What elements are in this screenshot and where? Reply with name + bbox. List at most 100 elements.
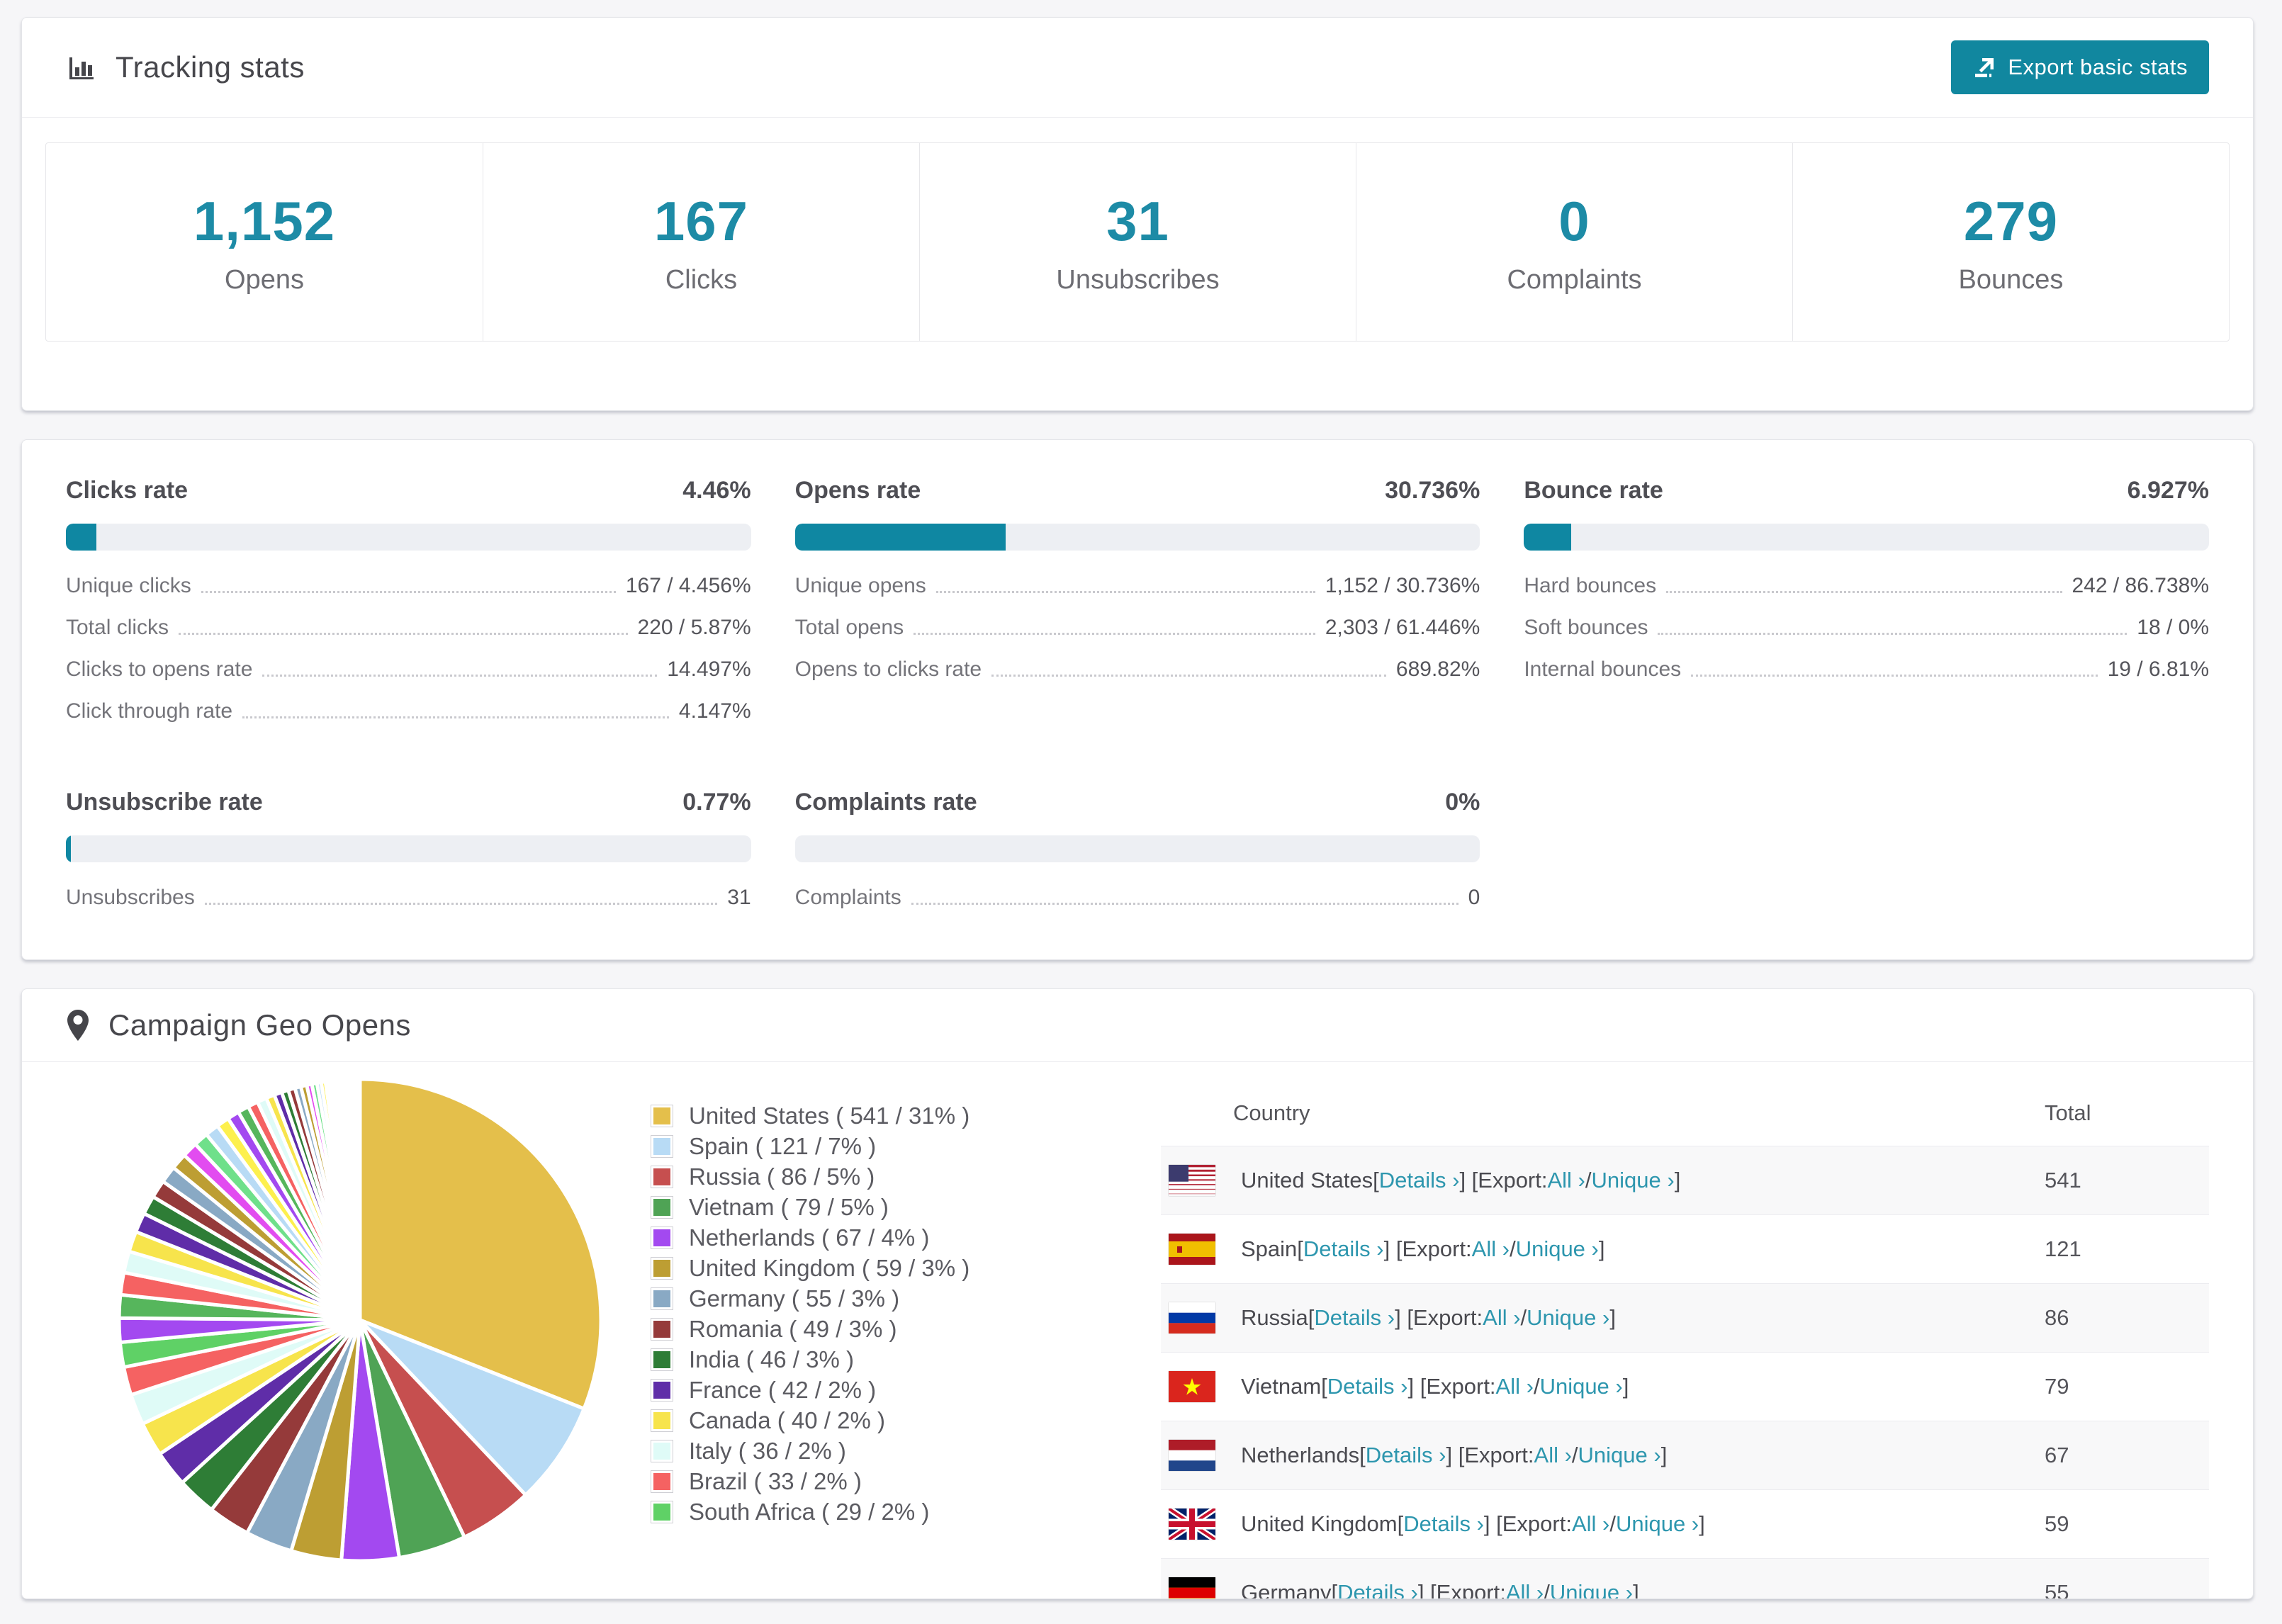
export-unique-link[interactable]: Unique › — [1540, 1374, 1623, 1399]
export-all-link[interactable]: All › — [1472, 1236, 1510, 1262]
bracket: ] — [1660, 1443, 1668, 1467]
export-all-link[interactable]: All › — [1483, 1305, 1520, 1331]
details-link[interactable]: Details › — [1303, 1236, 1384, 1262]
dotted-leader — [262, 675, 658, 677]
legend-item-romania[interactable]: Romania ( 49 / 3% ) — [651, 1314, 1111, 1344]
legend-swatch — [651, 1226, 673, 1249]
legend-label: Spain ( 121 / 7% ) — [689, 1132, 877, 1159]
legend-item-spain[interactable]: Spain ( 121 / 7% ) — [651, 1131, 1111, 1161]
details-link[interactable]: Details › — [1403, 1511, 1484, 1537]
rate-panel-title: Clicks rate — [66, 477, 188, 504]
geo-opens-pie-chart[interactable] — [112, 1072, 608, 1568]
country-total: 55 — [2045, 1580, 2069, 1599]
export-basic-stats-button[interactable]: Export basic stats — [1951, 40, 2209, 94]
legend-item-netherlands[interactable]: Netherlands ( 67 / 4% ) — [651, 1222, 1111, 1253]
legend-item-south-africa[interactable]: South Africa ( 29 / 2% ) — [651, 1496, 1111, 1527]
export-unique-link[interactable]: Unique › — [1578, 1443, 1661, 1468]
geo-table-row-es: Spain [Details ›] [Export: All › / Uniqu… — [1161, 1214, 2209, 1283]
rate-row-value: 31 — [727, 886, 751, 909]
dotted-leader — [914, 633, 1315, 635]
export-all-link[interactable]: All › — [1572, 1511, 1609, 1537]
geo-table-row-nl: Netherlands [Details ›] [Export: All › /… — [1161, 1421, 2209, 1489]
rate-panel-complaints-rate: Complaints rate 0% Complaints 0 — [794, 789, 1480, 910]
details-link[interactable]: Details › — [1327, 1374, 1408, 1399]
tracking-stats-title: Tracking stats — [66, 50, 305, 84]
rate-row-label: Total clicks — [66, 616, 169, 639]
stat-value: 167 — [653, 189, 749, 252]
rate-progress-fill — [66, 835, 72, 862]
country-total: 121 — [2045, 1236, 2081, 1261]
export-unique-link[interactable]: Unique › — [1516, 1236, 1599, 1262]
rate-row-label: Clicks to opens rate — [66, 658, 253, 681]
legend-label: Italy ( 36 / 2% ) — [689, 1437, 846, 1464]
legend-swatch — [651, 1470, 673, 1493]
rate-row-label: Opens to clicks rate — [794, 658, 982, 681]
us-flag-icon — [1169, 1165, 1215, 1196]
details-link[interactable]: Details › — [1337, 1580, 1418, 1598]
map-pin-icon — [66, 1009, 90, 1042]
details-link[interactable]: Details › — [1314, 1305, 1395, 1331]
legend-item-united-states[interactable]: United States ( 541 / 31% ) — [651, 1100, 1111, 1131]
export-all-link[interactable]: All › — [1534, 1443, 1572, 1468]
slash: / — [1571, 1443, 1578, 1467]
bar-chart-icon — [66, 52, 97, 83]
legend-item-brazil[interactable]: Brazil ( 33 / 2% ) — [651, 1466, 1111, 1496]
rate-row-value: 18 / 0% — [2137, 616, 2209, 639]
bracket: ] — [1699, 1511, 1705, 1536]
stat-label: Clicks — [665, 264, 738, 295]
legend-item-france[interactable]: France ( 42 / 2% ) — [651, 1375, 1111, 1405]
export-all-link[interactable]: All › — [1506, 1580, 1544, 1598]
geo-pie-legend: United States ( 541 / 31% ) Spain ( 121 /… — [651, 1100, 1111, 1527]
export-all-link[interactable]: All › — [1496, 1374, 1534, 1399]
legend-label: India ( 46 / 3% ) — [689, 1346, 854, 1372]
rate-row-value: 242 / 86.738% — [2072, 574, 2210, 597]
legend-label: France ( 42 / 2% ) — [689, 1376, 877, 1403]
stat-label: Complaints — [1507, 264, 1642, 295]
geo-table-row-de: Germany [Details ›] [Export: All › / Uni… — [1161, 1558, 2209, 1599]
legend-swatch — [651, 1378, 673, 1402]
es-flag-icon — [1169, 1234, 1215, 1265]
bracket: [ — [1308, 1305, 1315, 1330]
legend-item-germany[interactable]: Germany ( 55 / 3% ) — [651, 1283, 1111, 1314]
legend-swatch — [651, 1165, 673, 1188]
rate-row: Complaints 0 — [795, 886, 1480, 910]
export-unique-link[interactable]: Unique › — [1592, 1168, 1675, 1193]
geo-header: Campaign Geo Opens — [22, 989, 2253, 1062]
rate-row-value: 220 / 5.87% — [637, 616, 751, 639]
geo-title: Campaign Geo Opens — [66, 1008, 411, 1042]
export-unique-link[interactable]: Unique › — [1616, 1511, 1699, 1537]
stat-value: 31 — [1106, 189, 1169, 252]
legend-swatch — [651, 1195, 673, 1219]
rate-row-value: 0 — [1468, 886, 1480, 909]
details-link[interactable]: Details › — [1366, 1443, 1446, 1468]
legend-label: United States ( 541 / 31% ) — [689, 1102, 970, 1129]
legend-item-united-kingdom[interactable]: United Kingdom ( 59 / 3% ) — [651, 1253, 1111, 1283]
legend-item-italy[interactable]: Italy ( 36 / 2% ) — [651, 1436, 1111, 1466]
legend-item-india[interactable]: India ( 46 / 3% ) — [651, 1344, 1111, 1375]
dotted-leader — [935, 591, 1315, 593]
bracket: ] — [1609, 1305, 1616, 1330]
legend-item-russia[interactable]: Russia ( 86 / 5% ) — [651, 1161, 1111, 1192]
export-unique-link[interactable]: Unique › — [1550, 1580, 1633, 1598]
dotted-leader — [1691, 675, 2098, 677]
nl-flag-icon — [1169, 1440, 1215, 1471]
rate-panel-value: 0% — [1445, 789, 1480, 816]
export-all-link[interactable]: All › — [1547, 1168, 1585, 1193]
export-label: ] [Export: — [1407, 1374, 1496, 1399]
legend-item-canada[interactable]: Canada ( 40 / 2% ) — [651, 1405, 1111, 1436]
legend-swatch — [651, 1104, 673, 1127]
rate-row-label: Hard bounces — [1524, 574, 1657, 597]
country-name: Russia — [1241, 1305, 1308, 1330]
legend-item-vietnam[interactable]: Vietnam ( 79 / 5% ) — [651, 1192, 1111, 1222]
vn-flag-icon — [1169, 1371, 1215, 1402]
rate-row: Click through rate 4.147% — [66, 699, 751, 723]
export-label: ] [Export: — [1459, 1168, 1548, 1192]
export-unique-link[interactable]: Unique › — [1527, 1305, 1609, 1331]
bracket: [ — [1297, 1236, 1303, 1261]
stat-label: Unsubscribes — [1056, 264, 1220, 295]
dotted-leader — [1666, 591, 2062, 593]
tracking-stats-header: Tracking stats Export basic stats — [22, 18, 2253, 118]
details-link[interactable]: Details › — [1379, 1168, 1460, 1193]
legend-label: Vietnam ( 79 / 5% ) — [689, 1193, 889, 1220]
rate-row: Total opens 2,303 / 61.446% — [795, 616, 1480, 640]
